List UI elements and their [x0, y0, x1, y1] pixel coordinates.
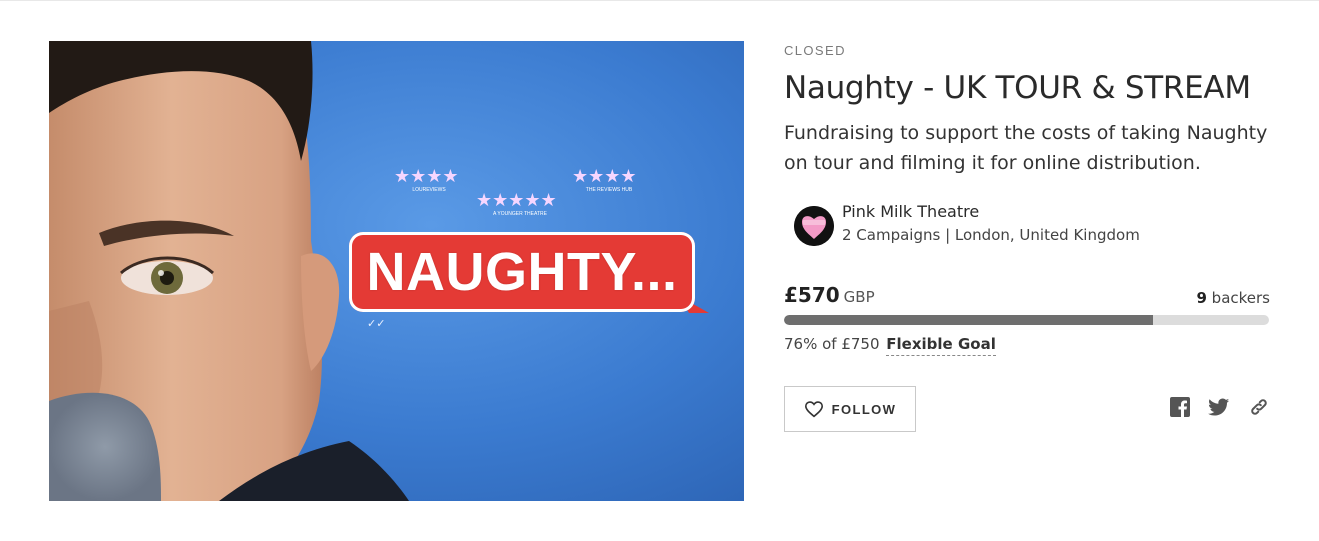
campaign-title: Naughty - UK TOUR & STREAM [784, 70, 1251, 106]
owner-meta: 2 Campaigns | London, United Kingdom [842, 226, 1140, 244]
owner-name[interactable]: Pink Milk Theatre [842, 202, 979, 221]
flexible-goal-link[interactable]: Flexible Goal [886, 335, 996, 356]
twitter-icon [1208, 398, 1230, 416]
naughty-speech-bubble: NAUGHTY... [349, 232, 695, 312]
progress-bar [784, 315, 1269, 325]
follow-label: FOLLOW [831, 401, 897, 417]
follow-button[interactable]: FOLLOW [784, 386, 916, 432]
review-label-1: LOUREVIEWS [412, 187, 446, 193]
progress-bar-fill [784, 315, 1153, 325]
heart-outline-icon [804, 401, 823, 418]
campaign-info-panel: CLOSED Naughty - UK TOUR & STREAM Fundra… [784, 0, 1270, 541]
review-stars-3: ★★★★ [572, 166, 637, 187]
status-badge: CLOSED [784, 43, 846, 58]
share-twitter-button[interactable] [1208, 396, 1230, 418]
backers-count: 9 backers [1196, 289, 1270, 307]
raised-currency: GBP [843, 288, 875, 306]
share-facebook-button[interactable] [1169, 396, 1191, 418]
review-stars-2: ★★★★★ [476, 190, 557, 211]
bubble-text: NAUGHTY... [366, 242, 678, 302]
raised-amount: £570 [784, 283, 840, 307]
review-stars-1: ★★★★ [394, 166, 459, 187]
owner-avatar[interactable] [794, 206, 834, 246]
review-label-2: A YOUNGER THEATRE [493, 211, 548, 217]
campaign-tagline: Fundraising to support the costs of taki… [784, 122, 1268, 174]
facebook-icon [1170, 397, 1190, 417]
goal-summary: 76% of £750 Flexible Goal [784, 335, 996, 356]
seen-ticks: ✓✓ [367, 317, 385, 330]
amount-raised: £570 GBP [784, 283, 875, 307]
campaign-hero-image: ★★★★ LOUREVIEWS ★★★★★ A YOUNGER THEATRE … [49, 41, 744, 501]
backers-number: 9 [1196, 289, 1207, 307]
goal-percent-text: 76% of £750 [784, 335, 880, 353]
campaign-owner[interactable]: Pink Milk Theatre 2 Campaigns | London, … [794, 200, 1264, 250]
review-label-3: THE REVIEWS HUB [586, 187, 633, 193]
backers-label: backers [1211, 289, 1270, 307]
pink-milk-logo-icon [794, 206, 834, 246]
link-icon [1251, 399, 1267, 415]
copy-link-button[interactable] [1248, 396, 1270, 418]
